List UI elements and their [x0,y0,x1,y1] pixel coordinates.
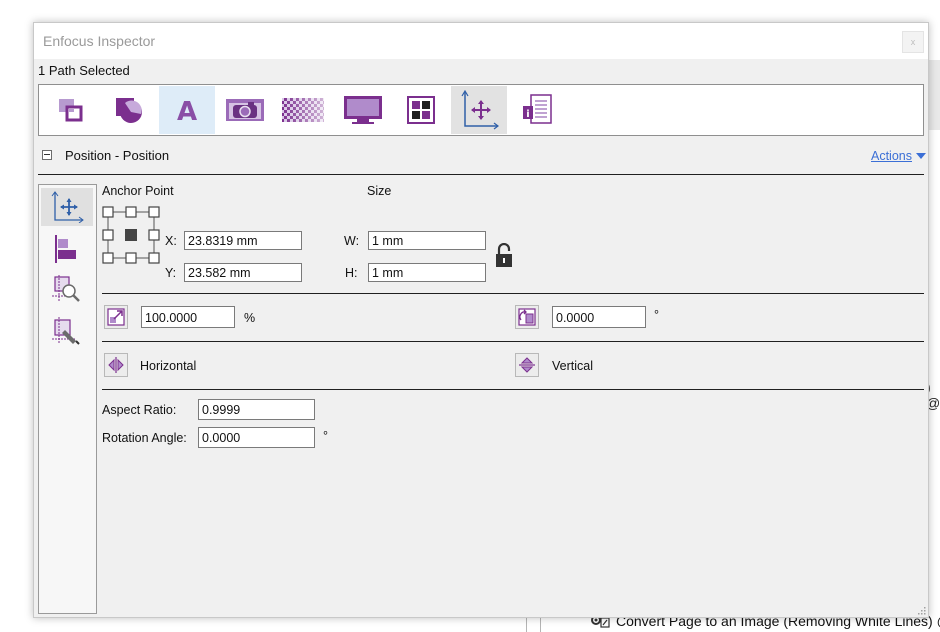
y-label: Y: [165,266,177,280]
tab-transparency[interactable] [275,86,331,134]
divider [102,389,924,390]
aspect-ratio-field[interactable]: 0.9999 [198,399,315,420]
size-label: Size [367,184,392,198]
rotation-angle-unit: ° [323,429,328,443]
window-title: Enfocus Inspector [43,33,156,49]
rotate-icon [518,308,536,326]
vertical-flip-label: Vertical [552,359,593,373]
flip-vertical-button[interactable] [515,353,539,377]
rotation-angle-label: Rotation Angle: [102,431,187,445]
position-axes-icon [461,90,499,130]
actions-menu-link[interactable]: Actions [871,149,912,163]
scale-button[interactable] [104,305,128,329]
category-toolbar: A i [38,84,924,136]
tab-position[interactable] [451,86,507,134]
x-position-field[interactable]: 23.8319 mm [184,231,302,250]
document-info-icon: i [523,94,552,124]
flip-horizontal-button[interactable] [104,353,128,377]
x-label: X: [165,234,177,248]
collapse-toggle[interactable] [42,150,52,160]
tab-output-preview[interactable] [335,86,391,134]
scale-field[interactable]: 100.0000 [141,306,235,328]
width-label: W: [344,234,360,248]
tab-image[interactable] [217,86,273,134]
width-field[interactable]: 1 mm [368,231,486,250]
section-title: Position - Position [65,148,170,163]
title-bar[interactable]: Enfocus Inspector x [34,23,928,59]
svg-text:i: i [526,109,529,120]
scale-unit: % [244,311,256,325]
tab-text[interactable]: A [159,86,215,134]
align-icon [55,235,76,263]
camera-icon [226,99,264,121]
position-sidebar [38,184,97,614]
sidebar-item-zoom[interactable] [40,270,92,308]
rotation-angle-field[interactable]: 0.0000 [198,427,315,448]
y-position-field[interactable]: 23.582 mm [184,263,302,282]
shape-fill-icon [116,98,142,123]
edit-object-icon [52,317,80,345]
sidebar-item-align[interactable] [40,230,92,268]
flip-horizontal-icon [108,357,124,373]
color-swatch-icon [407,96,435,124]
rotate-button[interactable] [515,305,539,329]
tab-document-info[interactable]: i [509,86,565,134]
rotate-field[interactable]: 0.0000 [552,306,646,328]
svg-text:A: A [177,97,197,125]
tab-fill-stroke[interactable] [101,86,157,134]
section-header: Position - Position Actions [38,146,926,166]
monitor-icon [344,96,382,124]
resize-grip-icon[interactable] [916,605,926,615]
selection-status: 1 Path Selected [38,63,130,78]
scale-icon [107,308,125,326]
unlocked-padlock-icon[interactable] [494,243,514,269]
sidebar-item-position[interactable] [41,188,93,226]
height-label: H: [345,266,358,280]
sidebar-item-edit[interactable] [40,312,92,350]
text-icon: A [177,97,197,125]
divider [102,293,924,294]
inspector-panel: Enfocus Inspector x 1 Path Selected A i … [33,22,929,618]
anchor-point-label: Anchor Point [102,184,174,198]
close-button[interactable]: x [902,31,924,53]
tab-arrange[interactable] [43,86,99,134]
position-content: Anchor Point Size X: 23.8319 mm Y: 23.58… [96,175,926,615]
flip-vertical-icon [519,357,535,373]
horizontal-flip-label: Horizontal [140,359,197,373]
anchor-point-selector[interactable] [102,206,160,264]
actions-dropdown-icon[interactable] [916,153,926,159]
height-field[interactable]: 1 mm [368,263,486,282]
aspect-ratio-label: Aspect Ratio: [102,403,177,417]
position-icon [51,191,84,223]
transparency-icon [282,98,324,122]
tab-color-separations[interactable] [393,86,449,134]
zoom-object-icon [52,275,80,302]
divider [102,341,924,342]
rotate-unit: ° [654,308,659,322]
arrange-icon [59,99,83,122]
